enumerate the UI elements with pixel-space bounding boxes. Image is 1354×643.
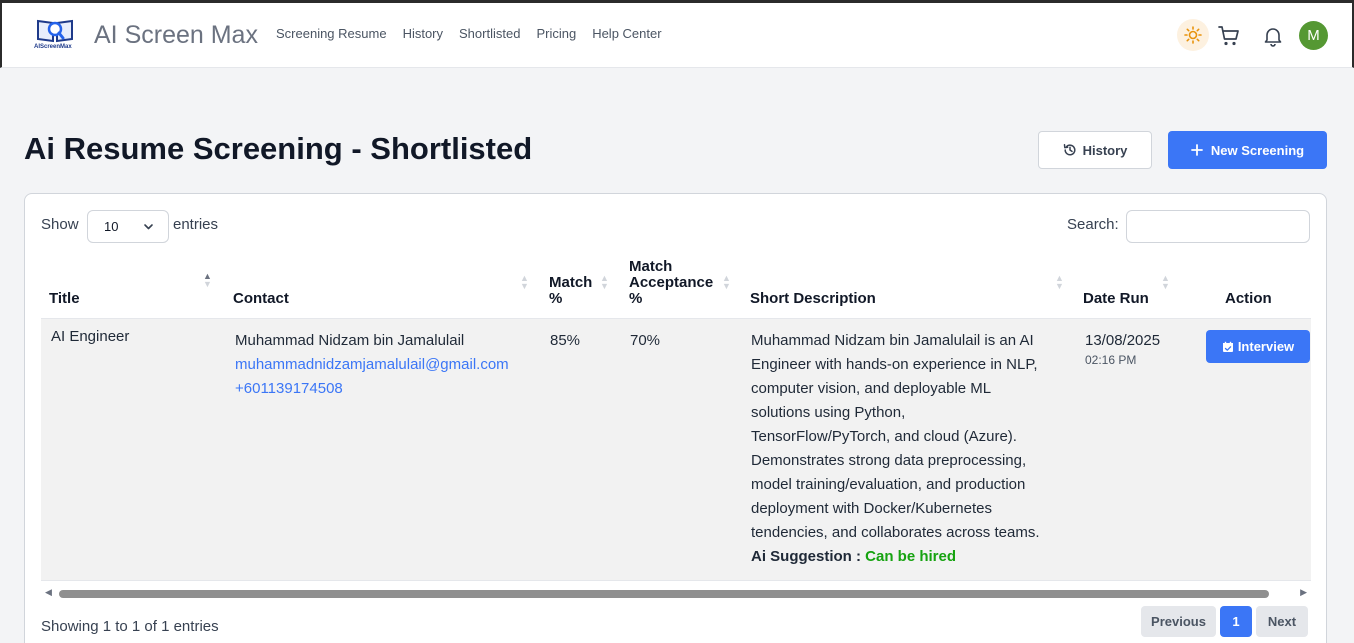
ai-suggestion-value: Can be hired [865,548,957,565]
new-screening-label: New Screening [1210,142,1305,158]
description-line: tendencies, and collaborates across team… [751,524,1040,541]
sort-indicator-description[interactable]: ▲ ▼ [1055,274,1064,291]
app-logo: AIScreenMax [32,15,78,55]
nav-help-center[interactable]: Help Center [592,26,661,41]
column-header-acceptance-line2: Acceptance [629,274,714,291]
navbar: AIScreenMax AI Screen Max Screening Resu… [0,3,1354,68]
contact-name: Muhammad Nidzam bin Jamalulail [235,332,465,349]
chevron-down-icon [144,224,153,230]
row-description: Muhammad Nidzam bin Jamalulail is an AI … [751,329,1071,569]
description-line: solutions using Python, [751,404,906,421]
brand[interactable]: AIScreenMax AI Screen Max [32,15,258,55]
search-input[interactable] [1126,210,1310,243]
notifications-button[interactable] [1262,25,1284,47]
row-match: 85% [550,332,581,349]
theme-toggle-button[interactable] [1177,19,1209,51]
column-header-date[interactable]: Date Run [1083,291,1149,307]
scroll-left-arrow-icon[interactable]: ◀ [45,587,52,598]
nav-history[interactable]: History [403,26,443,41]
column-header-acceptance-line3: % [629,290,643,307]
description-line: TensorFlow/PyTorch, and cloud (Azure). [751,428,1017,445]
sun-icon [1184,26,1202,44]
results-card: Show 10 entries Search: Title ▲ ▼ Contact… [24,193,1327,643]
history-icon [1063,144,1076,156]
search-label: Search: [1067,216,1119,233]
sort-indicator-title[interactable]: ▲ ▼ [203,272,212,289]
pagination-previous-button[interactable]: Previous [1141,606,1216,637]
column-header-match-line2: % [549,290,563,307]
history-button-label: History [1082,142,1128,158]
date-run-date: 13/08/2025 [1085,332,1161,349]
column-header-contact[interactable]: Contact [233,291,289,307]
cart-icon [1218,26,1239,46]
show-label: Show [41,216,79,233]
description-line: model training/evaluation, and productio… [751,476,1026,493]
plus-icon [1190,144,1203,156]
page-length-value: 10 [104,219,119,234]
cart-button[interactable] [1217,24,1241,48]
nav-shortlisted[interactable]: Shortlisted [459,26,520,41]
column-header-title[interactable]: Title [49,291,80,307]
description-line: Engineer with hands-on experience in NLP… [751,356,1038,373]
row-date-run: 13/08/2025 02:16 PM [1085,329,1160,367]
calendar-check-icon [1222,341,1233,352]
contact-phone-link[interactable]: +601139174508 [235,377,509,401]
description-line: Muhammad Nidzam bin Jamalulail is an AI [751,332,1034,349]
page-length-select[interactable]: 10 [87,210,169,243]
page-title: Ai Resume Screening - Shortlisted [24,131,533,166]
row-title: AI Engineer [51,328,130,345]
book-magnifier-icon [37,19,73,43]
description-line: Demonstrates strong data preprocessing, [751,452,1027,469]
sort-indicator-date[interactable]: ▲ ▼ [1161,274,1170,291]
description-line: deployment with Docker/Kubernetes [751,500,992,517]
logo-text: AIScreenMax [34,44,72,50]
interview-button-label: Interview [1237,339,1295,354]
sort-indicator-match[interactable]: ▲ ▼ [600,274,609,291]
contact-email-link[interactable]: muhammadnidzamjamalulail@gmail.com [235,353,509,377]
user-avatar[interactable]: M [1299,21,1328,50]
app-name: AI Screen Max [94,20,258,49]
table-info: Showing 1 to 1 of 1 entries [41,618,219,635]
history-button[interactable]: History [1038,131,1152,169]
pagination-page-1[interactable]: 1 [1220,606,1252,637]
description-line: computer vision, and deployable ML [751,380,992,397]
column-header-match-line1: Match [549,274,593,291]
interview-button[interactable]: Interview [1206,330,1310,363]
column-header-match[interactable]: Match % [549,275,592,307]
row-contact: Muhammad Nidzam bin Jamalulail muhammadn… [235,329,509,401]
scroll-right-arrow-icon[interactable]: ▶ [1300,587,1307,598]
date-run-time: 02:16 PM [1085,353,1137,367]
bell-icon [1264,28,1282,47]
nav-screening-resume[interactable]: Screening Resume [276,26,387,41]
row-acceptance: 70% [630,332,661,349]
pagination-next-button[interactable]: Next [1256,606,1308,637]
scrollbar-thumb[interactable] [59,590,1269,598]
entries-label: entries [173,216,219,233]
column-header-acceptance[interactable]: Match Acceptance % [629,259,713,307]
sort-indicator-contact[interactable]: ▲ ▼ [520,274,529,291]
horizontal-scrollbar[interactable]: ◀ ▶ [41,586,1311,602]
column-header-acceptance-line1: Match [629,258,673,275]
sort-indicator-acceptance[interactable]: ▲ ▼ [722,274,731,291]
nav-pricing[interactable]: Pricing [536,26,576,41]
column-header-description[interactable]: Short Description [750,291,876,307]
column-header-action: Action [1225,290,1272,307]
new-screening-button[interactable]: New Screening [1168,131,1327,169]
ai-suggestion: Ai Suggestion : Can be hired [751,545,1071,569]
main-nav: Screening Resume History Shortlisted Pri… [276,26,662,41]
ai-suggestion-label: Ai Suggestion : [751,548,861,565]
